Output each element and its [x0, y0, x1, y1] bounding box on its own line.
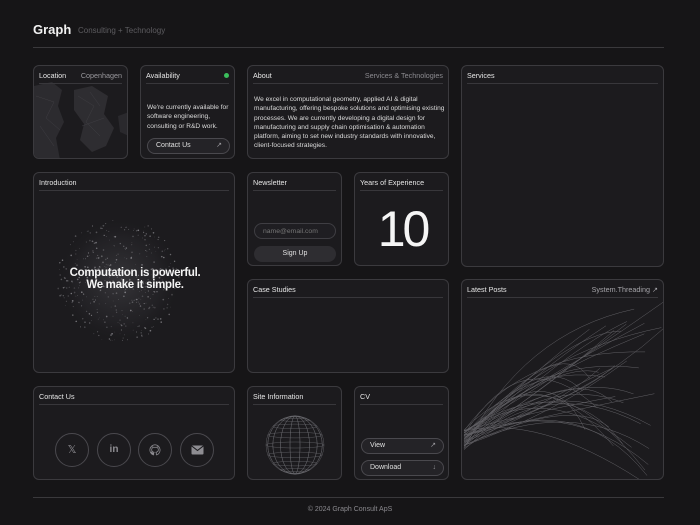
- about-title: About: [253, 71, 272, 80]
- linkedin-icon[interactable]: in: [97, 433, 131, 467]
- x-icon[interactable]: 𝕏: [55, 433, 89, 467]
- latest-posts-card: Latest Posts System.Threading ↗: [461, 279, 664, 480]
- case-studies-card: Case Studies: [247, 279, 449, 373]
- sign-up-button[interactable]: Sign Up: [254, 246, 336, 262]
- contact-title: Contact Us: [39, 392, 75, 401]
- about-card: About Services & Technologies We excel i…: [247, 65, 449, 159]
- experience-title: Years of Experience: [360, 178, 425, 187]
- cv-card-header: CV: [360, 391, 443, 405]
- about-card-header: About Services & Technologies: [253, 70, 443, 84]
- services-card: Services: [461, 65, 664, 267]
- cv-card: CV View ↗ Download ↓: [354, 386, 449, 480]
- arrow-up-right-icon: ↗: [216, 142, 222, 149]
- contact-us-button[interactable]: Contact Us ↗: [147, 138, 230, 154]
- latest-post-link[interactable]: System.Threading ↗: [592, 285, 658, 294]
- contact-card: Contact Us 𝕏 in: [33, 386, 235, 480]
- experience-card: Years of Experience 10: [354, 172, 449, 266]
- services-card-header: Services: [467, 70, 658, 84]
- location-value: Copenhagen: [80, 71, 122, 80]
- about-subtitle[interactable]: Services & Technologies: [365, 71, 443, 80]
- location-card-header: Location Copenhagen: [39, 70, 122, 84]
- status-dot-icon: [224, 73, 229, 78]
- location-title: Location: [39, 71, 67, 80]
- brand-logo[interactable]: Graph: [33, 22, 71, 37]
- availability-card: Availability We're currently available f…: [140, 65, 235, 159]
- intro-line-2: We make it simple.: [86, 279, 184, 291]
- about-text: We excel in computational geometry, appl…: [254, 96, 445, 150]
- thread-lines-image: [463, 301, 663, 479]
- mail-icon[interactable]: [180, 433, 214, 467]
- experience-card-header: Years of Experience: [360, 177, 443, 191]
- services-title: Services: [467, 71, 495, 80]
- site-info-card: Site Information: [247, 386, 342, 480]
- latest-posts-title: Latest Posts: [467, 285, 507, 294]
- intro-line-1: Computation is powerful.: [69, 267, 201, 279]
- cv-view-button[interactable]: View ↗: [361, 438, 444, 454]
- github-icon[interactable]: [138, 433, 172, 467]
- arrow-up-right-icon: ↗: [651, 285, 658, 294]
- intro-headline: Computation is powerful. We make it simp…: [34, 267, 234, 291]
- availability-title: Availability: [146, 71, 180, 80]
- case-studies-title: Case Studies: [253, 285, 296, 294]
- site-header: Graph Consulting + Technology: [33, 20, 664, 48]
- newsletter-title: Newsletter: [253, 178, 287, 187]
- location-card: Location Copenhagen: [33, 65, 128, 159]
- latest-posts-card-header: Latest Posts System.Threading ↗: [467, 284, 658, 298]
- cv-view-label: View: [370, 442, 386, 449]
- wireframe-sphere-image: [265, 415, 325, 475]
- cv-download-button[interactable]: Download ↓: [361, 460, 444, 476]
- cv-download-label: Download: [370, 464, 402, 471]
- footer-copyright: © 2024 Graph Consult ApS: [307, 506, 393, 513]
- latest-post-link-label: System.Threading: [591, 285, 650, 294]
- footer-divider: [33, 497, 664, 498]
- availability-text: We're currently available for software e…: [147, 104, 229, 130]
- availability-card-header: Availability: [146, 70, 229, 84]
- contact-card-header: Contact Us: [39, 391, 229, 405]
- case-studies-card-header: Case Studies: [253, 284, 443, 298]
- arrow-up-right-icon: ↗: [430, 442, 436, 449]
- newsletter-card: Newsletter Sign Up: [247, 172, 342, 266]
- cv-title: CV: [360, 392, 370, 401]
- introduction-card: Introduction Computation is powerful. We…: [33, 172, 235, 373]
- brand-tagline: Consulting + Technology: [78, 26, 166, 35]
- sign-up-label: Sign Up: [282, 250, 308, 257]
- arrow-down-icon: ↓: [432, 464, 437, 471]
- contact-us-label: Contact Us: [156, 142, 191, 149]
- email-input[interactable]: [254, 223, 336, 239]
- newsletter-card-header: Newsletter: [253, 177, 336, 191]
- experience-value: 10: [377, 201, 431, 257]
